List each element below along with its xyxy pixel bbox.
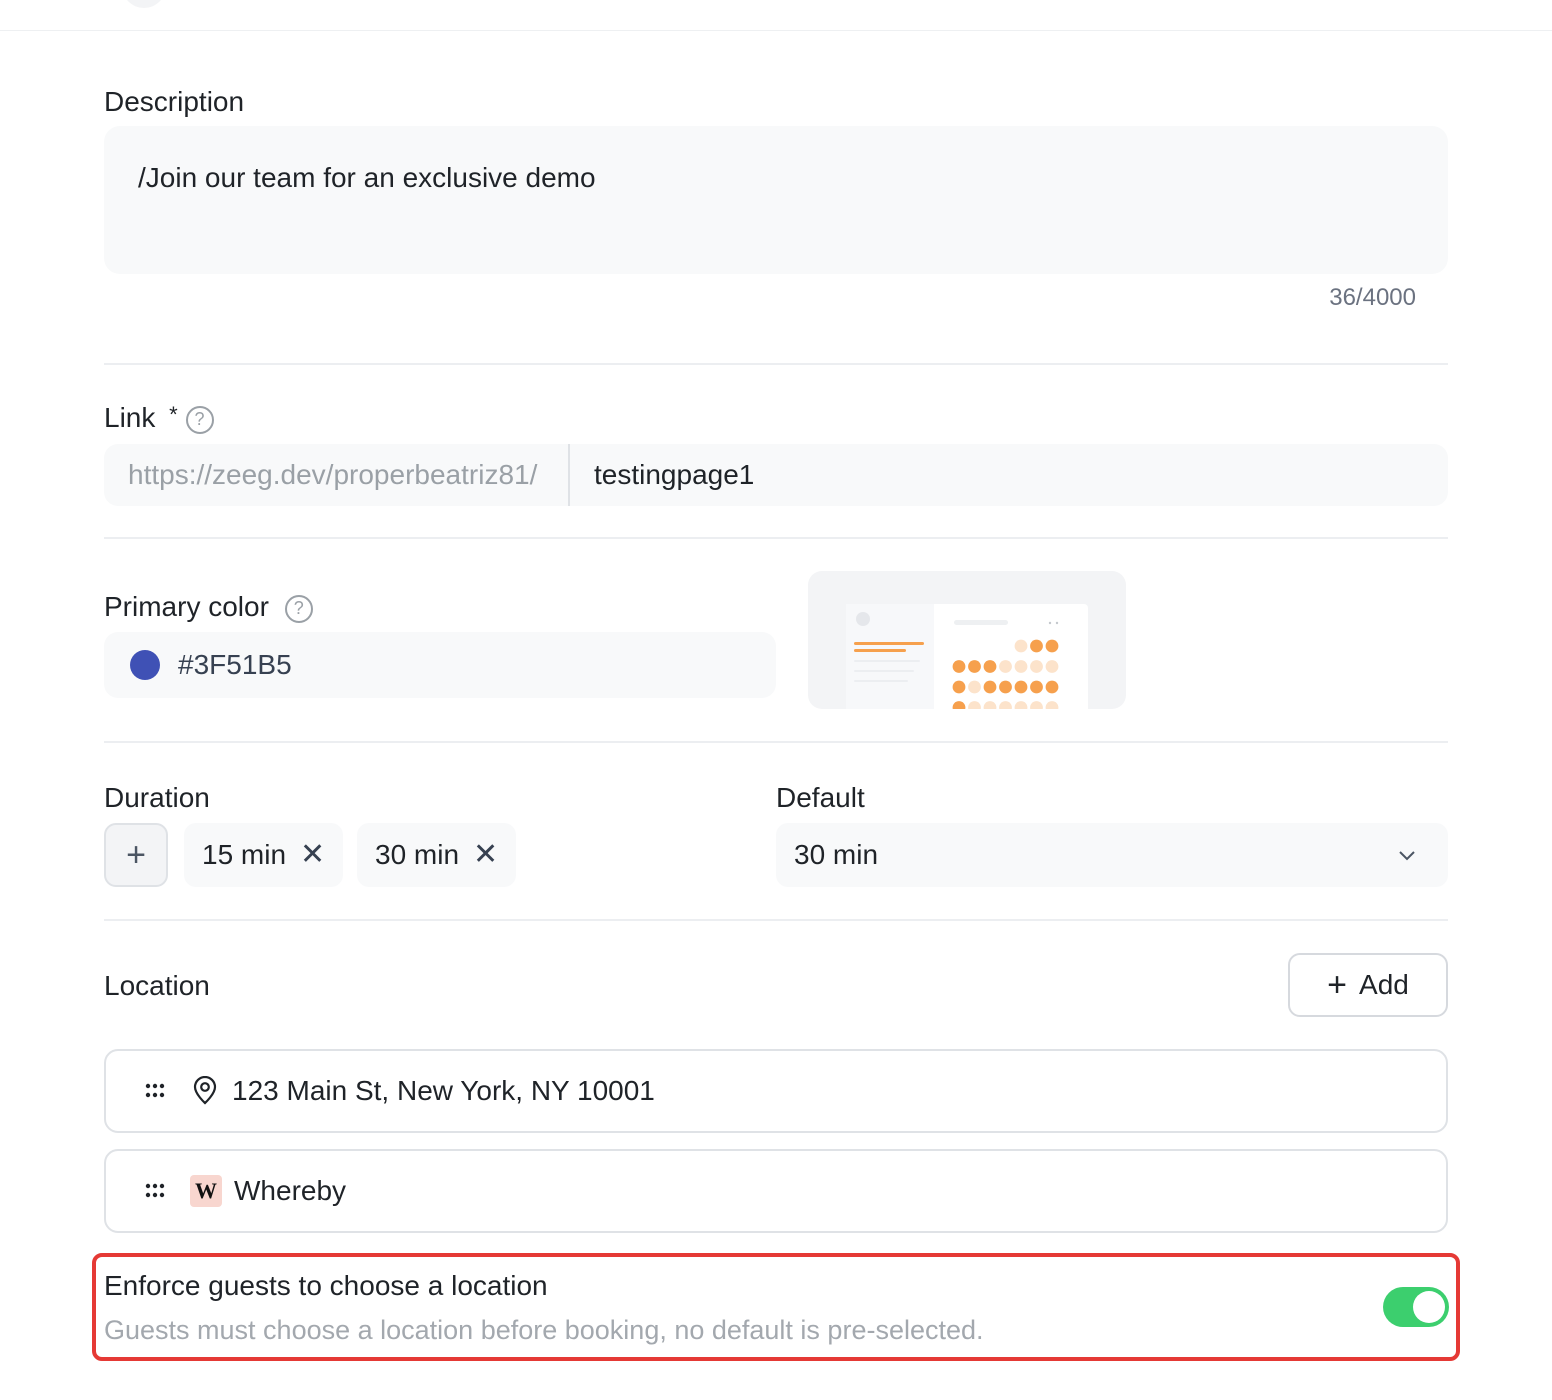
preview-mark [968, 680, 981, 694]
close-icon[interactable]: ✕ [473, 840, 498, 870]
preview-mark [1045, 660, 1059, 673]
duration-chip-30: 30 min ✕ [357, 823, 517, 887]
description-label: Description [104, 86, 245, 117]
preview-mark [952, 680, 966, 694]
chevron-down-icon [1399, 851, 1415, 861]
chip-label: 15 min [202, 839, 287, 870]
preview-mark [952, 701, 966, 709]
preview-mark [968, 701, 981, 709]
location-label: Location [104, 970, 210, 1001]
description-text: /Join our team for an exclusive demo [138, 162, 596, 193]
preview-mark [1030, 639, 1043, 653]
enforce-location-toggle[interactable] [1383, 1287, 1449, 1327]
toggle-knob [1413, 1291, 1445, 1323]
preview-mark [854, 670, 914, 672]
plus-icon: + [1327, 966, 1348, 1004]
description-textarea[interactable]: /Join our team for an exclusive demo [104, 126, 1448, 274]
description-char-counter: 36/4000 [1329, 284, 1416, 311]
preview-mark [1045, 639, 1059, 653]
preview-mark [1030, 680, 1043, 694]
preview-mark [854, 660, 920, 662]
preview-mark [856, 612, 870, 626]
default-duration-select[interactable]: 30 min [776, 823, 1448, 887]
preview-mark [1045, 680, 1059, 694]
preview-mark [1030, 701, 1043, 709]
top-divider [0, 30, 1552, 31]
link-prefix: https://zeeg.dev/properbeatriz81/ [104, 444, 570, 506]
preview-card [846, 604, 1088, 709]
enforce-location-title: Enforce guests to choose a location [104, 1270, 548, 1301]
booking-page-preview [808, 571, 1126, 709]
divider [104, 363, 1448, 365]
add-duration-button[interactable]: + [104, 823, 168, 887]
duration-label: Duration [104, 782, 210, 813]
help-icon[interactable]: ? [284, 594, 313, 623]
divider [104, 537, 1448, 539]
divider [104, 741, 1448, 743]
location-item-address[interactable]: 123 Main St, New York, NY 10001 [104, 1049, 1448, 1133]
preview-mark [983, 680, 997, 694]
enforce-location-description: Guests must choose a location before boo… [104, 1315, 984, 1345]
preview-mark [1014, 701, 1028, 709]
color-swatch[interactable] [130, 650, 160, 680]
primary-color-label-group: Primary color ? [104, 591, 313, 623]
preview-mark [854, 649, 906, 652]
top-avatar-stub [122, 0, 166, 8]
preview-mark [854, 680, 908, 682]
location-label-text: 123 Main St, New York, NY 10001 [232, 1075, 655, 1106]
default-label: Default [776, 782, 865, 813]
preview-mark [954, 620, 1008, 625]
primary-color-value: #3F51B5 [178, 649, 292, 680]
help-icon[interactable]: ? [185, 405, 214, 434]
link-field: https://zeeg.dev/properbeatriz81/ testin… [104, 444, 1448, 506]
required-mark: * [169, 402, 178, 427]
preview-illustration [854, 612, 1059, 709]
preview-mark [999, 701, 1012, 709]
whereby-logo: W [190, 1175, 222, 1207]
preview-mark [1030, 660, 1043, 673]
preview-mark [854, 642, 924, 645]
primary-color-field[interactable]: #3F51B5 [104, 632, 776, 698]
preview-mark [999, 660, 1012, 673]
preview-mark [1045, 701, 1059, 709]
preview-mark [999, 680, 1012, 694]
chip-label: 30 min [375, 839, 460, 870]
preview-mark [1055, 621, 1059, 625]
add-location-button[interactable]: + Add [1288, 953, 1448, 1017]
preview-mark [1014, 680, 1028, 694]
map-pin-icon [193, 1076, 217, 1105]
drag-handle-icon[interactable] [144, 1081, 170, 1101]
add-button-label: Add [1359, 969, 1409, 1000]
preview-mark [952, 660, 966, 673]
location-label-text: Whereby [234, 1175, 347, 1206]
preview-mark [968, 660, 981, 673]
link-label-group: Link * ? [104, 402, 214, 434]
close-icon[interactable]: ✕ [300, 840, 325, 870]
preview-mark [1014, 660, 1028, 673]
divider [104, 919, 1448, 921]
drag-handle-icon[interactable] [144, 1181, 170, 1201]
link-slug-input[interactable]: testingpage1 [570, 459, 754, 491]
location-item-whereby[interactable]: W Whereby [104, 1149, 1448, 1233]
default-duration-value: 30 min [794, 839, 879, 870]
primary-color-label: Primary color [104, 591, 269, 622]
preview-mark [983, 660, 997, 673]
duration-chip-15: 15 min ✕ [184, 823, 344, 887]
preview-mark [1014, 639, 1028, 653]
link-label: Link [104, 402, 156, 433]
preview-mark [983, 701, 997, 709]
preview-mark [1048, 621, 1052, 625]
